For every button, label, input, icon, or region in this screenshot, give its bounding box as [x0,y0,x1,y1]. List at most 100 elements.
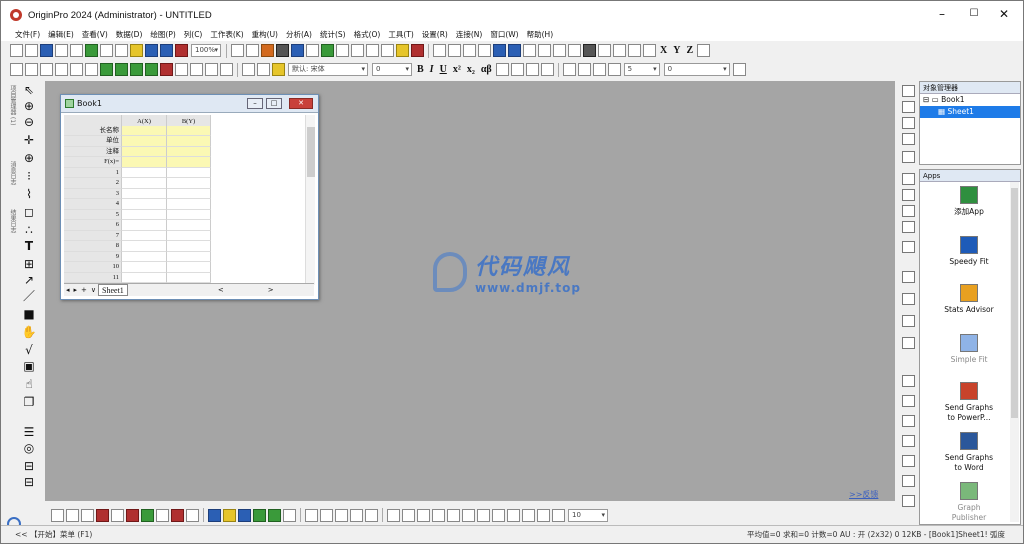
app-stats-advisor[interactable]: Stats Advisor [940,284,998,315]
new-matrix-icon[interactable] [70,44,83,57]
arrange-icon[interactable] [902,375,915,387]
zoom-out-icon[interactable]: ⊖ [21,115,37,129]
tree-item-sheet[interactable]: ▦ Sheet1 [920,106,1020,118]
cell[interactable] [122,199,167,210]
fill-icon[interactable] [85,63,98,76]
menu-reshape[interactable]: 重构(U) [248,29,282,41]
row-number[interactable]: 5 [64,209,122,220]
text-tool-icon[interactable]: T [21,239,37,253]
line-symbol-plot-icon[interactable] [81,508,94,522]
cell[interactable] [122,188,167,199]
cell[interactable] [167,125,211,136]
menu-view[interactable]: 查看(V) [78,29,112,41]
layer-tool-icon[interactable]: ❐ [21,395,37,409]
menu-edit[interactable]: 编辑(E) [44,29,78,41]
menu-data[interactable]: 数据(D) [112,29,147,41]
increase-font-icon[interactable] [495,63,509,76]
subscript-button[interactable]: x₂ [467,64,475,75]
rescale-icon[interactable] [40,63,53,76]
export-icon[interactable] [246,44,259,57]
cell[interactable] [167,157,211,168]
row-number[interactable]: 10 [64,262,122,273]
hand-tool-icon[interactable]: ☝ [21,377,37,391]
gadget-icon[interactable] [305,508,318,522]
menu-file[interactable]: 文件(F) [1,29,44,41]
duplicate-icon[interactable] [351,44,364,57]
arrange-icon[interactable] [902,415,915,427]
graph-export-icon[interactable] [628,44,641,57]
object-edit-icon[interactable] [447,508,460,522]
row-label[interactable]: F(x)= [64,157,122,168]
maximize-button[interactable]: ☐ [959,5,989,23]
row-number[interactable]: 4 [64,199,122,210]
menu-window[interactable]: 窗口(W) [486,29,522,41]
line-style-icon[interactable] [732,63,746,76]
zoom-select[interactable]: 100% [191,44,221,57]
horizontal-scroll-right-icon[interactable]: > [268,286,274,294]
axis-icon[interactable] [902,117,915,129]
axis-icon[interactable] [902,85,915,97]
object-edit-icon[interactable] [522,508,535,522]
import-matlab-icon[interactable] [160,63,173,76]
template-icon[interactable] [186,508,199,522]
menu-connectivity[interactable]: 连接(N) [452,29,486,41]
filter-icon[interactable] [538,44,551,57]
cell[interactable] [167,136,211,147]
layout-icon[interactable] [902,337,915,349]
extract-icon[interactable] [55,63,68,76]
object-edit-icon[interactable] [507,508,520,522]
decrease-font-icon[interactable] [510,63,524,76]
new-workbook-icon[interactable] [40,44,53,57]
heatmap-icon[interactable] [253,508,266,522]
import-csv-icon[interactable] [100,63,113,76]
bold-button[interactable]: B [417,64,424,75]
cell[interactable] [122,220,167,231]
app-simple-fit[interactable]: Simple Fit [940,334,998,365]
pattern-icon[interactable] [577,63,591,76]
layout-icon[interactable] [902,221,915,233]
new-folder-icon[interactable] [25,44,38,57]
insert-graph-icon[interactable]: ▣ [21,359,37,373]
anchor-icon[interactable] [70,63,83,76]
app-graph-publisher[interactable]: Graph Publisher [940,482,998,522]
cell[interactable] [122,272,167,283]
object-edit-icon[interactable] [462,508,475,522]
print-icon[interactable] [231,44,244,57]
workbook-minimize-button[interactable]: – [247,98,263,109]
layout-icon[interactable] [902,315,915,327]
cell[interactable] [167,209,211,220]
row-number[interactable]: 3 [64,188,122,199]
layer-icon[interactable] [220,63,233,76]
row-label[interactable]: 单位 [64,136,122,147]
undo-icon[interactable] [10,63,23,76]
area-plot-icon[interactable] [141,508,154,522]
xyz-y-label[interactable]: Y [673,45,680,56]
worksheet-grid[interactable]: A(X) B(Y) 长名称 单位 注释 F(x)= 1 2 3 4 5 6 7 … [64,115,304,285]
cell[interactable] [167,272,211,283]
script-window-icon[interactable] [261,44,274,57]
arrange-icon[interactable] [902,475,915,487]
data-selector-icon[interactable]: ⁝ [21,169,37,183]
dendrogram-icon[interactable] [523,44,536,57]
menu-statistics[interactable]: 统计(S) [316,29,350,41]
advanced-filter-icon[interactable] [568,44,581,57]
cell[interactable] [122,230,167,241]
column-tool-icon[interactable]: ⊟ [21,475,37,489]
symbol-icon[interactable] [607,63,621,76]
add-new-column-icon[interactable] [411,44,424,57]
workbook-restore-button[interactable]: □ [266,98,282,109]
cell[interactable] [122,209,167,220]
sheet-tab[interactable]: Sheet1 [98,284,128,296]
color-manager-icon[interactable] [205,63,218,76]
open-icon[interactable] [130,44,143,57]
screen-reader-icon[interactable]: ✛ [21,133,37,147]
scatter-plot-icon[interactable] [66,508,79,522]
object-edit-icon[interactable] [417,508,430,522]
bar-chart-icon[interactable] [493,44,506,57]
cell[interactable] [167,167,211,178]
cell[interactable] [122,251,167,262]
cell[interactable] [167,241,211,252]
font-size-select[interactable]: 0 [372,63,412,76]
contour-icon[interactable] [238,508,251,522]
project-explorer-icon[interactable] [321,44,334,57]
